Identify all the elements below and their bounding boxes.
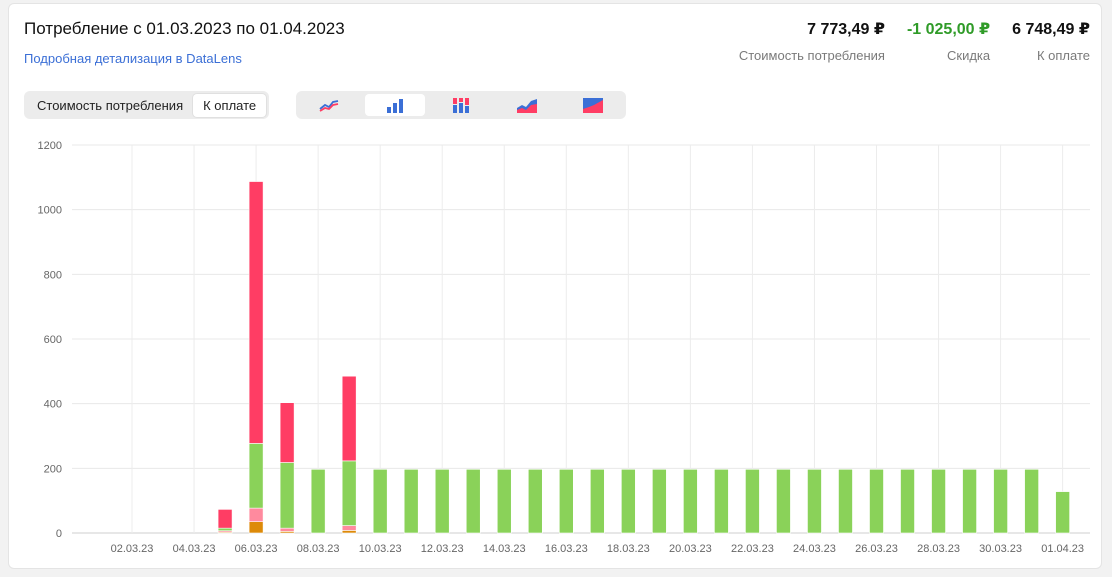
bar-segment — [714, 469, 729, 534]
y-tick-label: 1000 — [38, 205, 62, 217]
bar-segment — [434, 469, 450, 534]
x-tick-label: 16.03.23 — [545, 543, 588, 555]
bar-segment — [931, 469, 946, 534]
bar-segment — [217, 527, 233, 532]
y-tick-label: 0 — [56, 528, 62, 540]
bar-segment — [807, 469, 822, 534]
x-tick-label: 02.03.23 — [111, 543, 154, 555]
y-tick-label: 800 — [44, 269, 62, 281]
x-tick-label: 08.03.23 — [297, 543, 340, 555]
y-tick-label: 1200 — [38, 140, 62, 152]
bar-segment — [403, 469, 419, 534]
x-tick-label: 10.03.23 — [359, 543, 402, 555]
bar-segment — [341, 460, 357, 526]
x-tick-label: 14.03.23 — [483, 543, 526, 555]
bar-segment — [745, 469, 760, 534]
bar-segment — [621, 469, 636, 534]
y-tick-label: 200 — [44, 463, 62, 475]
x-tick-label: 12.03.23 — [421, 543, 464, 555]
bar-segment — [496, 469, 512, 534]
bar-segment — [279, 462, 295, 529]
x-tick-label: 01.04.23 — [1041, 543, 1084, 555]
bar-segment — [248, 507, 264, 522]
bar-segment — [465, 469, 481, 534]
y-tick-label: 600 — [44, 334, 62, 346]
bar-segment — [341, 375, 357, 462]
bar-segment — [248, 181, 264, 444]
bar-segment — [279, 402, 295, 463]
bar-segment — [869, 469, 884, 534]
bar-segment — [993, 469, 1008, 534]
bar-segment — [1024, 469, 1039, 534]
x-tick-label: 04.03.23 — [173, 543, 216, 555]
bar-segment — [310, 469, 326, 534]
x-tick-label: 26.03.23 — [855, 543, 898, 555]
x-tick-label: 20.03.23 — [669, 543, 712, 555]
bar-segment — [962, 469, 977, 534]
x-tick-label: 22.03.23 — [731, 543, 774, 555]
x-tick-label: 06.03.23 — [235, 543, 278, 555]
x-tick-label: 30.03.23 — [979, 543, 1022, 555]
x-tick-label: 18.03.23 — [607, 543, 650, 555]
bar-segment — [248, 521, 264, 534]
x-tick-label: 24.03.23 — [793, 543, 836, 555]
bar-segment — [900, 469, 915, 534]
bar-segment — [341, 530, 357, 534]
bar-segment — [558, 469, 574, 534]
bar-segment — [248, 443, 264, 509]
bar-segment — [372, 469, 388, 534]
bar-segment — [341, 525, 357, 531]
y-tick-label: 400 — [44, 399, 62, 411]
bar-segment — [652, 469, 667, 534]
bar-segment — [279, 527, 295, 532]
bar-segment — [217, 509, 233, 529]
bar-segment — [683, 469, 698, 534]
bar-segment — [838, 469, 853, 534]
bar-segment — [1055, 491, 1070, 534]
x-tick-label: 28.03.23 — [917, 543, 960, 555]
bar-segment — [776, 469, 791, 534]
bar-segment — [527, 469, 543, 534]
bar-segment — [590, 469, 605, 534]
consumption-bar-chart: 0 200 400 600 800 1000 1200 02.03.23 04.03.23 06.… — [38, 140, 1090, 555]
